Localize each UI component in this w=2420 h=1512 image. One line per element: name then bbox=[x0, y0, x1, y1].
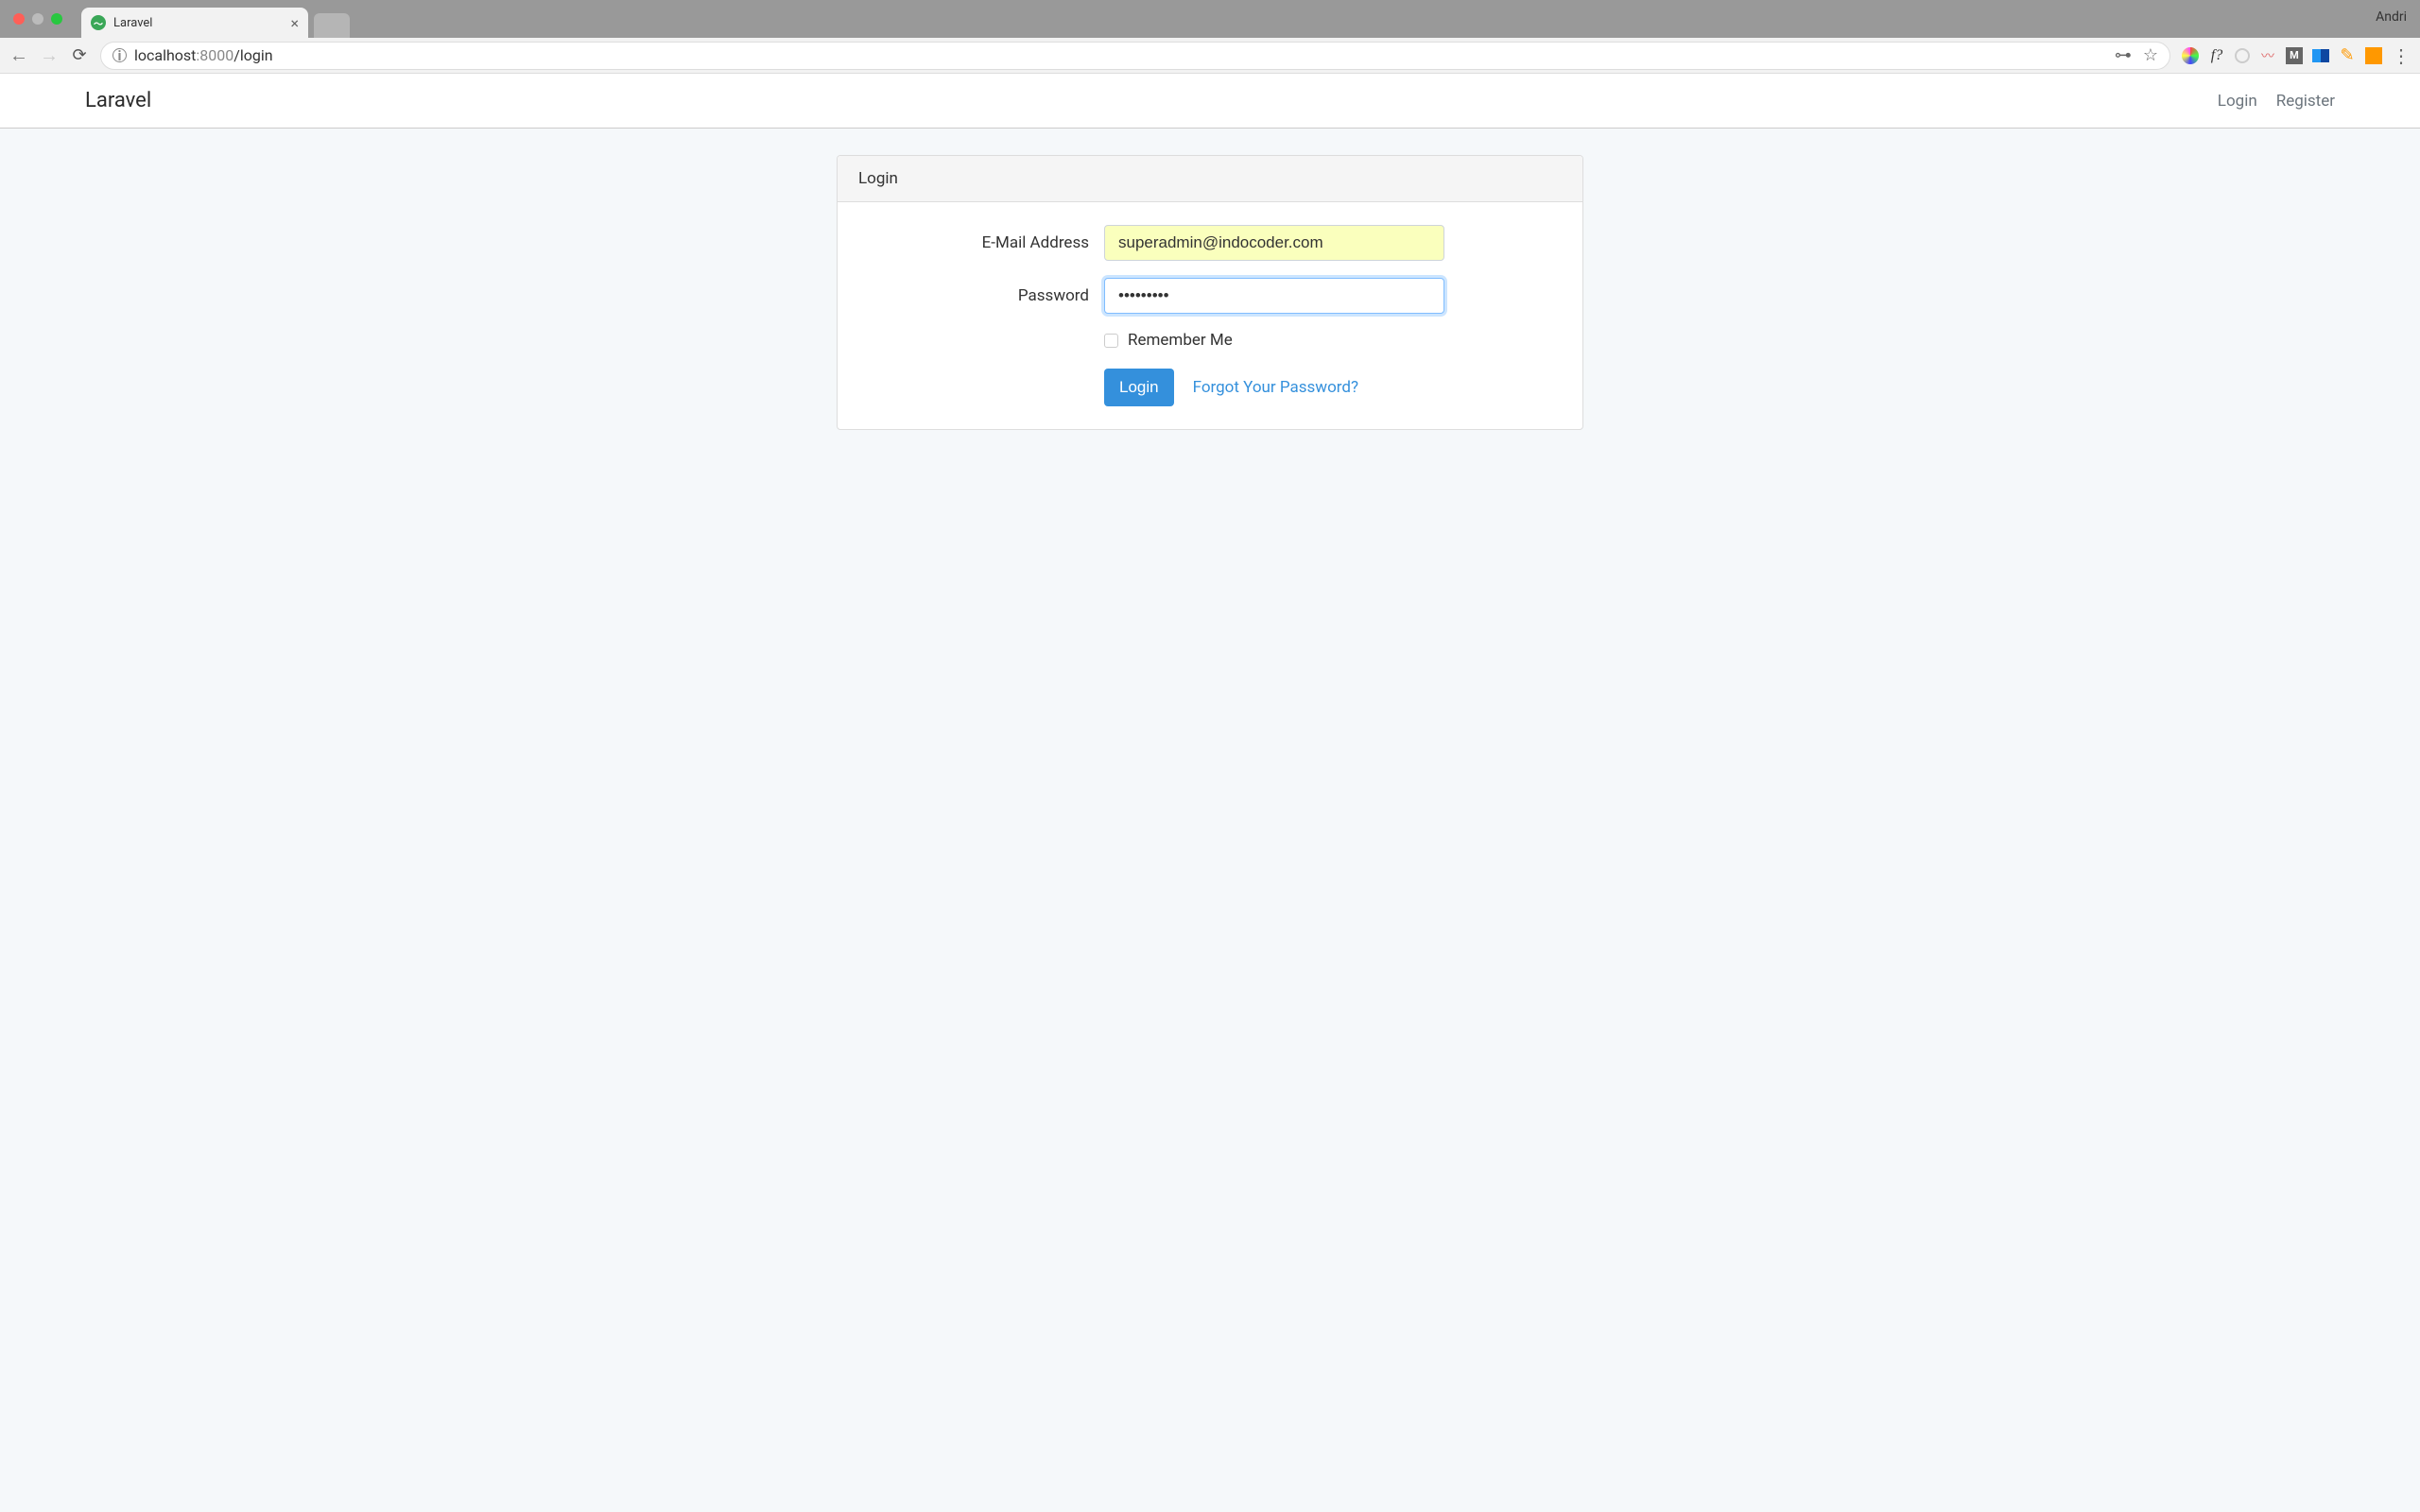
minimize-window-icon[interactable] bbox=[32, 13, 43, 25]
browser-menu-icon[interactable]: ⋮ bbox=[2392, 44, 2411, 67]
action-row: Login Forgot Your Password? bbox=[1104, 369, 1562, 406]
login-button[interactable]: Login bbox=[1104, 369, 1174, 406]
extension-icon[interactable]: 〰 bbox=[2259, 47, 2276, 64]
address-bar[interactable]: i localhost:8000/login ⊶ ☆ bbox=[100, 42, 2170, 70]
page-body: Login E-Mail Address Password Remember M… bbox=[0, 129, 2420, 1512]
profile-name[interactable]: Andri bbox=[2376, 9, 2407, 25]
extension-icon[interactable]: f? bbox=[2208, 47, 2225, 64]
browser-chrome: ～ Laravel × Andri ← → ⟳ i localhost:8000… bbox=[0, 0, 2420, 74]
login-card: Login E-Mail Address Password Remember M… bbox=[837, 155, 1583, 430]
extension-icon[interactable]: M bbox=[2286, 47, 2303, 64]
titlebar: ～ Laravel × Andri bbox=[0, 0, 2420, 38]
close-tab-icon[interactable]: × bbox=[290, 14, 299, 32]
email-field[interactable] bbox=[1104, 225, 1444, 261]
page-navbar: Laravel Login Register bbox=[0, 74, 2420, 129]
card-body: E-Mail Address Password Remember Me Logi… bbox=[838, 202, 1582, 429]
extension-icon[interactable]: ✎ bbox=[2339, 47, 2356, 64]
window-controls bbox=[0, 13, 62, 25]
maximize-window-icon[interactable] bbox=[51, 13, 62, 25]
reload-button[interactable]: ⟳ bbox=[70, 45, 89, 65]
extension-icons: f? 〰 M ✎ ⋮ bbox=[2182, 44, 2411, 67]
password-field[interactable] bbox=[1104, 278, 1444, 314]
extension-icon[interactable] bbox=[2235, 48, 2250, 63]
browser-tab[interactable]: ～ Laravel × bbox=[81, 8, 308, 38]
remember-checkbox[interactable] bbox=[1104, 334, 1118, 348]
remember-row: Remember Me bbox=[1104, 331, 1562, 350]
favicon-icon: ～ bbox=[91, 15, 106, 30]
url-port: :8000 bbox=[196, 46, 233, 64]
site-info-icon[interactable]: i bbox=[112, 48, 127, 62]
extension-icon[interactable] bbox=[2182, 47, 2199, 64]
password-row: Password bbox=[858, 278, 1562, 314]
tabs-row: ～ Laravel × bbox=[81, 8, 350, 38]
nav-login-link[interactable]: Login bbox=[2218, 92, 2257, 111]
forgot-password-link[interactable]: Forgot Your Password? bbox=[1193, 378, 1358, 397]
nav-register-link[interactable]: Register bbox=[2276, 92, 2335, 111]
url-path: /login bbox=[233, 46, 272, 64]
new-tab-button[interactable] bbox=[314, 13, 350, 38]
remember-label[interactable]: Remember Me bbox=[1128, 331, 1233, 350]
back-button[interactable]: ← bbox=[9, 43, 28, 67]
password-label: Password bbox=[858, 286, 1104, 305]
extension-icon[interactable] bbox=[2365, 47, 2382, 64]
tab-title: Laravel bbox=[113, 16, 283, 30]
close-window-icon[interactable] bbox=[13, 13, 25, 25]
extension-icon[interactable] bbox=[2312, 49, 2329, 62]
card-header: Login bbox=[838, 156, 1582, 202]
browser-toolbar: ← → ⟳ i localhost:8000/login ⊶ ☆ f? 〰 M … bbox=[0, 38, 2420, 74]
nav-links: Login Register bbox=[2218, 92, 2335, 111]
bookmark-star-icon[interactable]: ☆ bbox=[2143, 45, 2158, 65]
password-key-icon[interactable]: ⊶ bbox=[2115, 45, 2132, 65]
email-row: E-Mail Address bbox=[858, 225, 1562, 261]
brand-link[interactable]: Laravel bbox=[85, 89, 151, 112]
url-host: localhost bbox=[134, 46, 196, 64]
forward-button: → bbox=[40, 43, 59, 67]
email-label: E-Mail Address bbox=[858, 233, 1104, 252]
